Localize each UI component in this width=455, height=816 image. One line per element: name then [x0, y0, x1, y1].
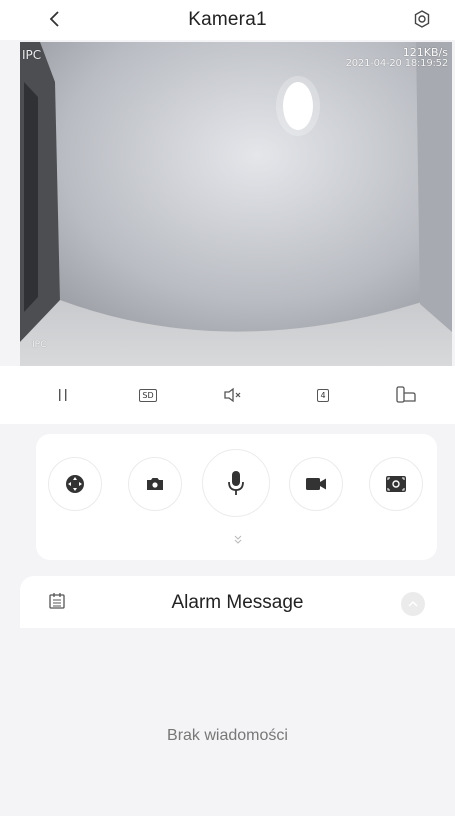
chevron-up-icon — [408, 600, 418, 607]
capture-button[interactable] — [369, 457, 423, 511]
video-record-icon — [306, 478, 326, 490]
page-title: Kamera1 — [188, 9, 267, 30]
fullscreen-capture-icon — [386, 476, 406, 492]
pause-icon — [59, 389, 67, 401]
gear-icon — [414, 10, 430, 28]
double-chevron-down-icon — [234, 535, 242, 544]
action-panel — [36, 434, 437, 560]
collapse-alarm-button[interactable] — [401, 592, 425, 616]
camera-snapshot-icon — [147, 478, 163, 490]
empty-state-text: Brak wiadomości — [167, 727, 288, 744]
expand-actions-button[interactable] — [228, 530, 248, 550]
osd-timestamp: 2021-04-20 18:19:52 — [345, 58, 449, 69]
osd-camera-name: IPC — [32, 340, 47, 350]
camera-scene-image — [20, 42, 452, 366]
rotate-screen-button[interactable] — [393, 384, 419, 406]
settings-button[interactable] — [409, 6, 435, 32]
record-button[interactable] — [289, 457, 343, 511]
chevron-left-icon — [49, 11, 59, 27]
top-bar: Kamera1 — [0, 0, 455, 40]
rotate-screen-icon — [396, 386, 416, 403]
snapshot-button[interactable] — [128, 457, 182, 511]
talk-button[interactable] — [202, 449, 270, 517]
live-video-view[interactable]: IPC 121KB/s 2021-04-20 18:19:52 IPC — [20, 42, 452, 366]
quality-button[interactable]: SD — [135, 384, 161, 406]
microphone-icon — [228, 471, 244, 495]
osd-channel-label: IPC — [22, 48, 42, 62]
split-badge: 4 — [317, 388, 329, 402]
alarm-message-title: Alarm Message — [171, 592, 304, 613]
speaker-muted-icon — [224, 387, 241, 403]
back-button[interactable] — [40, 4, 70, 34]
ptz-joystick-icon — [66, 475, 84, 493]
alarm-message-list — [20, 628, 455, 816]
playback-control-bar: SD 4 — [0, 366, 455, 424]
split-screen-button[interactable]: 4 — [310, 384, 336, 406]
alarm-message-header: Alarm Message — [20, 576, 455, 628]
mute-button[interactable] — [220, 384, 246, 406]
pause-button[interactable] — [50, 384, 76, 406]
quality-badge: SD — [139, 388, 157, 402]
ptz-button[interactable] — [48, 457, 102, 511]
